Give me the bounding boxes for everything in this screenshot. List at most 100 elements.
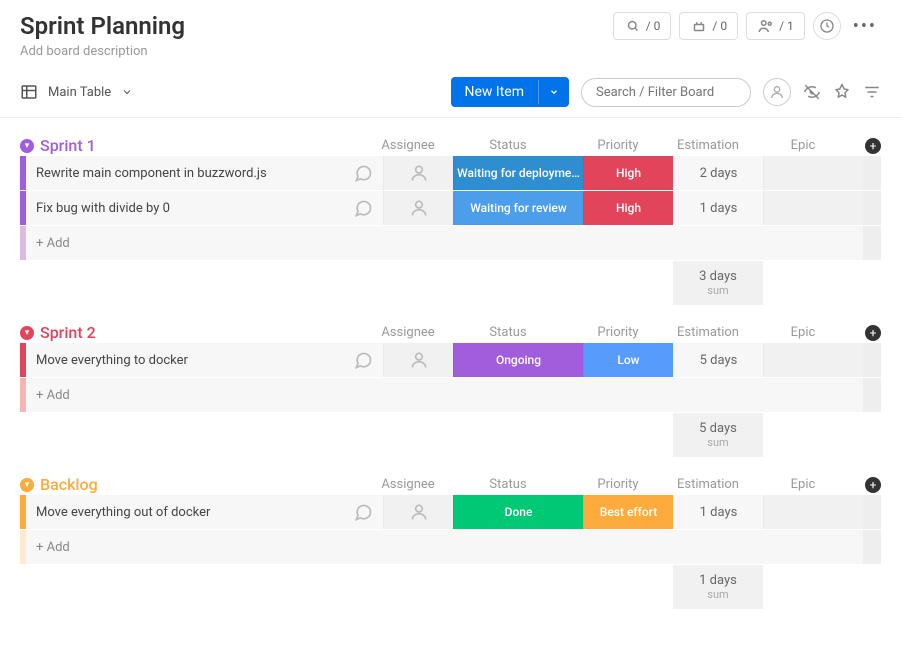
section-title[interactable]: ▾ Sprint 1	[20, 136, 96, 155]
col-estimation[interactable]: Estimation	[663, 325, 753, 340]
table-row: Move everything to docker Ongoing Low 5 …	[20, 343, 881, 377]
person-filter[interactable]	[763, 78, 791, 106]
section: ▾ Sprint 1 Assignee Status Priority Esti…	[0, 118, 901, 305]
status-cell[interactable]: Waiting for deployme…	[453, 156, 583, 190]
table-row: Move everything out of docker Done Best …	[20, 495, 881, 529]
priority-cell[interactable]: High	[583, 156, 673, 190]
col-priority[interactable]: Priority	[573, 138, 663, 153]
badge-text: / 0	[712, 19, 727, 33]
section-header: ▾ Backlog Assignee Status Priority Estim…	[20, 475, 881, 494]
assignee-cell[interactable]	[383, 191, 453, 225]
add-column[interactable]: +	[853, 477, 881, 493]
row-end	[863, 495, 881, 529]
status-cell[interactable]: Waiting for review	[453, 191, 583, 225]
activity-icon[interactable]	[813, 12, 841, 40]
badge-text: / 0	[646, 19, 661, 33]
view-label: Main Table	[48, 85, 111, 100]
item-name[interactable]: Move everything to docker	[26, 343, 343, 377]
sum-value: 3 days	[673, 269, 763, 284]
assignee-cell[interactable]	[383, 156, 453, 190]
section: ▾ Backlog Assignee Status Priority Estim…	[0, 457, 901, 609]
collapse-icon[interactable]: ▾	[20, 478, 34, 492]
section-sum: 3 days sum	[20, 261, 881, 305]
assignee-cell[interactable]	[383, 343, 453, 377]
section-name: Sprint 1	[40, 136, 96, 155]
sum-box: 1 days sum	[673, 565, 763, 609]
row-end	[863, 191, 881, 225]
row-end	[863, 226, 881, 260]
add-row[interactable]: + Add	[20, 530, 881, 564]
section-title[interactable]: ▾ Backlog	[20, 475, 98, 494]
estimation-cell[interactable]: 1 days	[673, 191, 763, 225]
epic-cell[interactable]	[763, 495, 863, 529]
section-header: ▾ Sprint 2 Assignee Status Priority Esti…	[20, 323, 881, 342]
pin-icon[interactable]	[833, 83, 851, 101]
board-description[interactable]: Add board description	[20, 44, 881, 59]
section-name: Sprint 2	[40, 323, 96, 342]
col-assignee[interactable]: Assignee	[373, 325, 443, 340]
section-sum: 1 days sum	[20, 565, 881, 609]
row-end	[863, 530, 881, 564]
add-column[interactable]: +	[853, 138, 881, 154]
add-row[interactable]: + Add	[20, 378, 881, 412]
board-title[interactable]: Sprint Planning	[20, 12, 185, 40]
priority-cell[interactable]: Best effort	[583, 495, 673, 529]
assignee-cell[interactable]	[383, 495, 453, 529]
chat-icon[interactable]	[343, 343, 383, 377]
estimation-cell[interactable]: 2 days	[673, 156, 763, 190]
sum-value: 1 days	[673, 573, 763, 588]
col-epic[interactable]: Epic	[753, 138, 853, 153]
section-title[interactable]: ▾ Sprint 2	[20, 323, 96, 342]
add-item-label[interactable]: + Add	[26, 378, 863, 412]
view-switcher[interactable]: Main Table	[20, 83, 133, 101]
item-name[interactable]: Fix bug with divide by 0	[26, 191, 343, 225]
col-priority[interactable]: Priority	[573, 325, 663, 340]
automations-badge[interactable]: / 0	[613, 12, 672, 40]
col-priority[interactable]: Priority	[573, 477, 663, 492]
col-status[interactable]: Status	[443, 325, 573, 340]
item-name[interactable]: Move everything out of docker	[26, 495, 343, 529]
item-name[interactable]: Rewrite main component in buzzword.js	[26, 156, 343, 190]
search-input[interactable]	[581, 78, 751, 107]
new-item-dropdown[interactable]	[538, 80, 569, 104]
collapse-icon[interactable]: ▾	[20, 139, 34, 153]
chat-icon[interactable]	[343, 156, 383, 190]
more-icon[interactable]: •••	[849, 16, 881, 37]
sum-box: 3 days sum	[673, 261, 763, 305]
toolbar: Main Table New Item	[0, 67, 901, 118]
col-assignee[interactable]: Assignee	[373, 138, 443, 153]
estimation-cell[interactable]: 1 days	[673, 495, 763, 529]
add-column[interactable]: +	[853, 325, 881, 341]
col-status[interactable]: Status	[443, 138, 573, 153]
sum-label: sum	[673, 588, 763, 601]
chat-icon[interactable]	[343, 191, 383, 225]
chat-icon[interactable]	[343, 495, 383, 529]
estimation-cell[interactable]: 5 days	[673, 343, 763, 377]
col-estimation[interactable]: Estimation	[663, 477, 753, 492]
integrations-badge[interactable]: / 0	[679, 12, 738, 40]
filter-icon[interactable]	[863, 83, 881, 101]
epic-cell[interactable]	[763, 156, 863, 190]
section: ▾ Sprint 2 Assignee Status Priority Esti…	[0, 305, 901, 457]
add-item-label[interactable]: + Add	[26, 226, 863, 260]
col-epic[interactable]: Epic	[753, 477, 853, 492]
col-estimation[interactable]: Estimation	[663, 138, 753, 153]
members-badge[interactable]: / 1	[746, 12, 805, 40]
status-cell[interactable]: Done	[453, 495, 583, 529]
hide-icon[interactable]	[803, 83, 821, 101]
add-item-label[interactable]: + Add	[26, 530, 863, 564]
epic-cell[interactable]	[763, 343, 863, 377]
new-item-button[interactable]: New Item	[451, 77, 570, 107]
badge-text: / 1	[779, 19, 794, 33]
row-end	[863, 343, 881, 377]
epic-cell[interactable]	[763, 191, 863, 225]
priority-cell[interactable]: High	[583, 191, 673, 225]
header: Sprint Planning / 0 / 0 / 1 ••• Add boar…	[0, 0, 901, 67]
collapse-icon[interactable]: ▾	[20, 326, 34, 340]
status-cell[interactable]: Ongoing	[453, 343, 583, 377]
priority-cell[interactable]: Low	[583, 343, 673, 377]
add-row[interactable]: + Add	[20, 226, 881, 260]
col-assignee[interactable]: Assignee	[373, 477, 443, 492]
col-epic[interactable]: Epic	[753, 325, 853, 340]
col-status[interactable]: Status	[443, 477, 573, 492]
